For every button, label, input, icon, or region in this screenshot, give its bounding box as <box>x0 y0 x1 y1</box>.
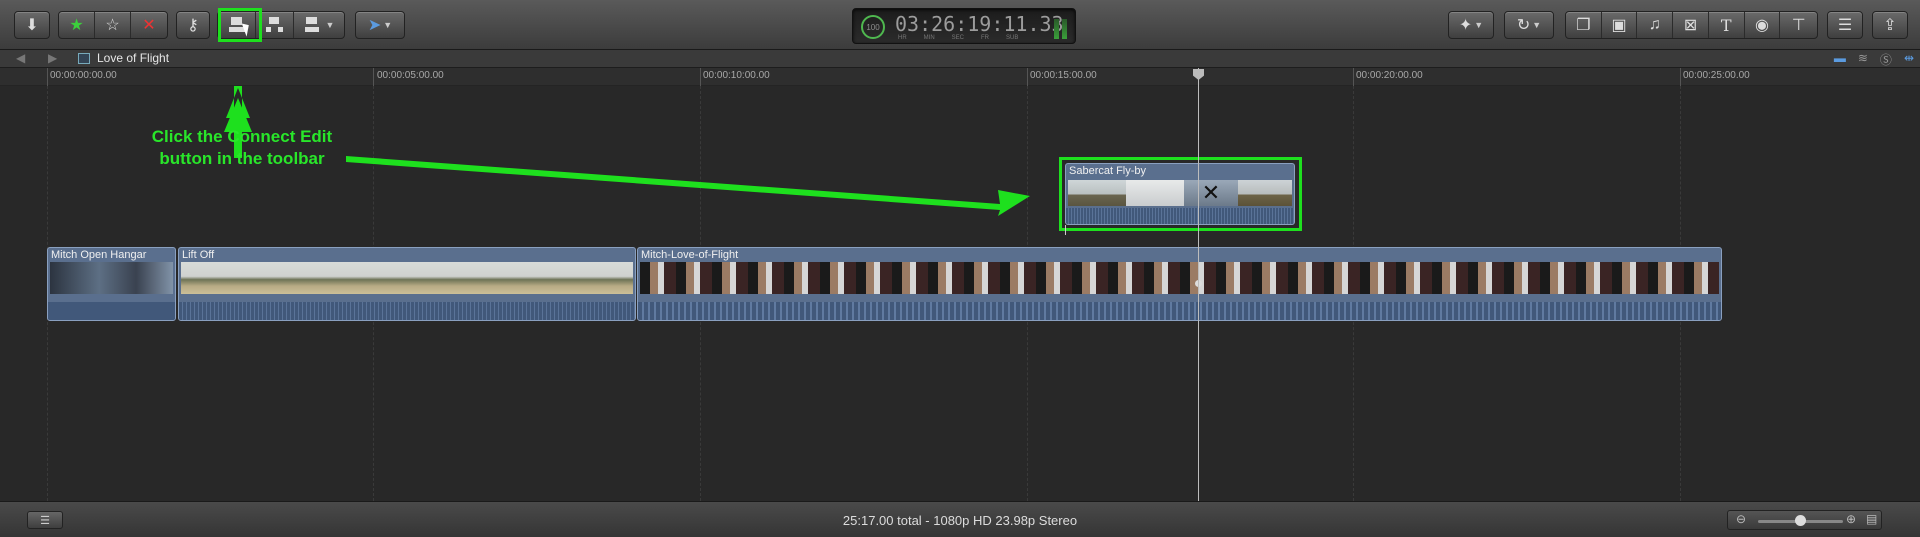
toolbar: ⬇ ★ ☆ ✕ ⚷ ▼ ➤ ▼ 100 03:26:19:11.33 HR MI… <box>0 0 1920 50</box>
generators-browser-button[interactable]: ◉ <box>1745 12 1781 38</box>
clip-appearance-icon[interactable]: ▬ <box>1834 51 1846 68</box>
themes-browser-button[interactable]: ⊤ <box>1780 12 1817 38</box>
browsers-group: ❐ ▣ ♫ ⊠ T ◉ ⊤ <box>1565 11 1818 39</box>
ruler-tick-label: 00:00:25:00.00 <box>1683 70 1750 81</box>
keyword-button[interactable]: ⚷ <box>176 11 210 39</box>
ruler-tick-label: 00:00:00:00.00 <box>50 70 117 81</box>
dashboard-timecode[interactable]: 100 03:26:19:11.33 HR MIN SEC FR SUB <box>852 8 1076 44</box>
camera-icon: ▣ <box>1611 17 1627 34</box>
timeline-path-bar: ◀ ▶ Love of Flight ▬ ≋ Ⓢ ⇹ <box>0 50 1920 68</box>
retime-icon: ↻ <box>1516 17 1531 34</box>
reject-x-icon: ✕ <box>142 17 156 34</box>
timeline-ruler[interactable]: 00:00:00:00.00 00:00:05:00.00 00:00:10:0… <box>0 68 1920 86</box>
star-filled-icon: ★ <box>69 17 84 34</box>
forward-arrow-icon[interactable]: ▶ <box>48 51 57 65</box>
zoom-out-icon[interactable]: ⊖ <box>1736 512 1746 526</box>
ruler-tick-label: 00:00:10:00.00 <box>703 70 770 81</box>
ruler-tick-label: 00:00:15:00.00 <box>1030 70 1097 81</box>
clip-appearance-icon[interactable]: ▤ <box>1866 512 1877 526</box>
retime-button[interactable]: ↻ ▼ <box>1504 11 1554 39</box>
zoom-control: ⊖ ⊕ ▤ <box>1727 510 1882 530</box>
transition-icon: ⊠ <box>1683 17 1698 34</box>
chevron-down-icon: ▼ <box>383 20 393 30</box>
browser-icon: ❐ <box>1576 17 1591 34</box>
magic-wand-icon: ✦ <box>1458 17 1473 34</box>
back-arrow-icon[interactable]: ◀ <box>16 51 25 65</box>
timeline-view-controls: ▬ ≋ Ⓢ ⇹ <box>1834 51 1914 68</box>
final-cut-timeline-window: ⬇ ★ ☆ ✕ ⚷ ▼ ➤ ▼ 100 03:26:19:11.33 HR MI… <box>0 0 1920 537</box>
effects-browser-button[interactable]: ❐ <box>1566 12 1602 38</box>
photo-browser-button[interactable]: ▣ <box>1602 12 1638 38</box>
share-icon: ⇪ <box>1883 17 1897 34</box>
themes-icon: ⊤ <box>1791 17 1806 34</box>
inspector-icon: ☰ <box>1837 17 1853 34</box>
inspector-button[interactable]: ☰ <box>1827 11 1863 39</box>
music-note-icon: ♫ <box>1648 16 1661 33</box>
favorite-button[interactable]: ★ <box>59 12 95 38</box>
rating-group: ★ ☆ ✕ <box>58 11 168 39</box>
waveform-icon[interactable]: ≋ <box>1858 51 1868 68</box>
audio-meter-left <box>1054 19 1059 39</box>
titles-browser-button[interactable]: T <box>1709 12 1745 38</box>
chevron-down-icon: ▼ <box>325 20 335 30</box>
arrow-pointer-icon: ➤ <box>367 17 382 34</box>
star-outline-icon: ☆ <box>105 17 120 34</box>
project-title: Love of Flight <box>97 51 170 65</box>
ruler-tick-label: 00:00:20:00.00 <box>1356 70 1423 81</box>
playhead[interactable] <box>1198 68 1199 501</box>
timecode-units: HR MIN SEC FR SUB <box>898 35 1019 41</box>
zoom-slider-knob[interactable] <box>1795 515 1806 526</box>
append-edit-icon <box>304 17 319 32</box>
share-button[interactable]: ⇪ <box>1872 11 1908 39</box>
tool-select-button[interactable]: ➤ ▼ <box>355 11 405 39</box>
timeline-summary: 25:17.00 total - 1080p HD 23.98p Stereo <box>842 513 1078 528</box>
connect-edit-highlight <box>218 8 262 42</box>
transitions-browser-button[interactable]: ⊠ <box>1673 12 1709 38</box>
unrate-button[interactable]: ☆ <box>95 12 131 38</box>
download-arrow-icon: ⬇ <box>25 17 39 34</box>
key-icon: ⚷ <box>187 17 199 34</box>
reject-button[interactable]: ✕ <box>131 12 167 38</box>
import-button[interactable]: ⬇ <box>14 11 50 39</box>
title-t-icon: T <box>1720 15 1732 35</box>
timecode-display: 03:26:19:11.33 <box>895 12 1064 36</box>
annotation-text: Click the Connect Edit button in the tool… <box>151 127 333 168</box>
zoom-in-icon[interactable]: ⊕ <box>1846 512 1856 526</box>
timeline-area[interactable]: Sabercat Fly-by ✕ Mitch Open Hangar Lift… <box>0 86 1920 501</box>
background-task-indicator[interactable]: 100 <box>861 15 885 39</box>
generator-icon: ◉ <box>1754 17 1769 34</box>
enhancements-button[interactable]: ✦ ▼ <box>1448 11 1494 39</box>
status-bar: ☰ 25:17.00 total - 1080p HD 23.98p Stere… <box>0 501 1920 537</box>
project-icon <box>78 53 90 64</box>
insert-edit-icon <box>265 17 283 32</box>
append-edit-button[interactable]: ▼ <box>294 12 344 38</box>
solo-icon[interactable]: Ⓢ <box>1880 51 1892 68</box>
music-browser-button[interactable]: ♫ <box>1637 12 1674 38</box>
ruler-tick-label: 00:00:05:00.00 <box>377 70 444 81</box>
audio-meter-right <box>1062 19 1067 39</box>
snapping-icon[interactable]: ⇹ <box>1904 51 1914 68</box>
